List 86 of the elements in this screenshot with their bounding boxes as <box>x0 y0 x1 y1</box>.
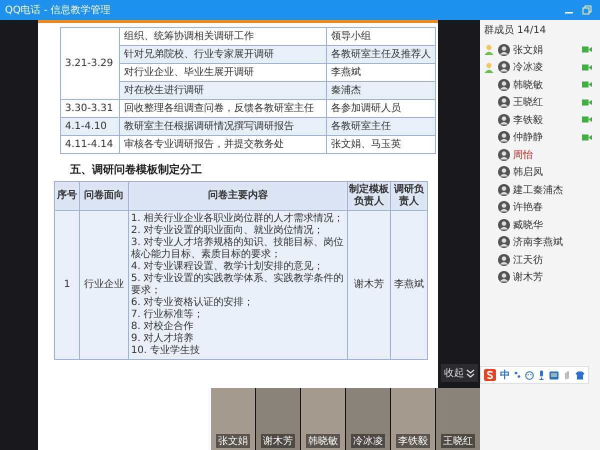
section-heading: 五、调研问卷模板制定分工 <box>70 162 203 177</box>
task-cell: 针对兄弟院校、行业专家展开调研 <box>120 46 326 64</box>
avatar-icon <box>498 218 510 231</box>
member-name[interactable]: 周怡 <box>513 148 533 162</box>
date-cell: 4.11-4.14 <box>60 136 120 154</box>
avatar-icon <box>498 148 510 161</box>
table-cell: 谢木芳 <box>348 210 390 360</box>
keyboard-icon[interactable] <box>549 370 559 380</box>
date-cell: 3.21-3.29 <box>60 28 120 100</box>
video-tile[interactable]: 冷冰凌 <box>346 388 390 450</box>
logo-icon[interactable] <box>484 369 496 381</box>
member-name[interactable]: 冷冰凌 <box>513 60 543 74</box>
input-mode-toggle[interactable]: 中 <box>500 368 510 382</box>
member-name[interactable]: 韩晓敏 <box>513 78 543 92</box>
avatar-icon <box>498 201 510 214</box>
member-count: 群成员 14/14 <box>484 24 547 37</box>
member-name[interactable]: 张文娟 <box>513 42 543 57</box>
column-header: 问卷主要内容 <box>128 182 348 210</box>
avatar-icon <box>498 44 510 56</box>
table-cell: 1 <box>54 210 80 360</box>
owner-cell: 秦浦杰 <box>326 82 436 100</box>
column-header: 序号 <box>54 182 80 210</box>
content-item: 8. 对校企合作 <box>131 321 195 332</box>
video-tile[interactable]: 王晓红 <box>436 388 480 450</box>
table-cell: 行业企业 <box>80 210 128 360</box>
member-name[interactable]: 王晓红 <box>513 95 543 110</box>
member-name[interactable]: 李铁毅 <box>513 112 543 127</box>
avatar-icon <box>498 61 510 74</box>
avatar-icon <box>498 254 510 266</box>
content-item: 4. 对专业课程设置、教学计划安排的意见； <box>131 261 325 272</box>
avatar-icon <box>498 271 510 284</box>
participant-name: 冷冰凌 <box>351 434 385 448</box>
date-cell: 4.1-4.10 <box>60 118 120 136</box>
member-name[interactable]: 许艳春 <box>513 200 543 214</box>
content-item: 9. 对人才培养 <box>131 333 195 344</box>
participant-name: 王晓红 <box>441 434 475 448</box>
participant-name: 谢木芳 <box>261 434 295 448</box>
content-item: 7. 行业标准等； <box>131 309 205 320</box>
task-cell: 审核各专业调研报告，并提交教务处 <box>120 136 326 154</box>
video-tile[interactable]: 李铁毅 <box>391 388 435 450</box>
content-item: 10. 专业学生技 <box>131 345 202 357</box>
owner-cell: 各教研室主任及推荐人 <box>326 46 436 64</box>
member-name[interactable]: 臧晓华 <box>513 218 543 232</box>
task-cell: 教研室主任根据调研情况撰写调研报告 <box>120 118 326 136</box>
member-name[interactable]: 韩启凤 <box>513 165 543 180</box>
owner-cell: 各教研室主任 <box>326 118 436 136</box>
owner-cell: 张文娟、马玉英 <box>326 136 436 154</box>
content-item: 2. 对专业设置的职业面向、就业岗位情况； <box>131 225 325 236</box>
participant-name: 李铁毅 <box>396 434 430 448</box>
video-tile[interactable]: 谢木芳 <box>256 388 300 450</box>
shirt-icon[interactable] <box>575 370 585 380</box>
participant-name: 韩晓敏 <box>306 434 340 448</box>
microphone-icon[interactable] <box>538 370 545 380</box>
task-cell: 组织、统筹协调相关调研工作 <box>120 28 326 46</box>
column-header: 制定模板负责人 <box>348 182 390 210</box>
member-name[interactable]: 仲静静 <box>513 130 543 144</box>
chevron-icon <box>466 368 475 378</box>
avatar-icon <box>498 166 510 178</box>
member-name[interactable]: 济南李燕斌 <box>513 235 563 250</box>
column-header: 调研负责人 <box>390 182 428 210</box>
table-cell: 李燕斌 <box>390 210 428 360</box>
avatar-icon <box>498 184 510 196</box>
avatar-icon <box>498 114 510 126</box>
avatar-icon <box>498 96 510 108</box>
video-tile[interactable]: 韩晓敏 <box>301 388 345 450</box>
column-header: 问卷面向 <box>80 182 128 210</box>
avatar-icon <box>498 131 510 144</box>
content-item: 1. 相关行业企业各职业岗位群的人才需求情况； <box>131 213 345 224</box>
owner-cell: 领导小组 <box>326 28 436 46</box>
window-title: QQ电话 - 信息教学管理 <box>5 4 111 17</box>
content-item: 3. 对专业人才培养规格的知识、技能目标、岗位核心能力目标、素质目标的要求； <box>131 237 345 260</box>
content-item: 5. 对专业设置的实践教学体系、实践教学条件的要求； <box>131 273 345 296</box>
avatar-icon <box>498 236 510 248</box>
member-name[interactable]: 江天彷 <box>513 252 543 267</box>
date-cell: 3.30-3.31 <box>60 100 120 118</box>
participant-name: 张文娟 <box>216 434 250 448</box>
task-cell: 对在校生进行调研 <box>120 82 326 100</box>
avatar-icon <box>498 78 510 91</box>
restore-icon[interactable] <box>582 5 592 15</box>
video-tile[interactable]: 张文娟 <box>211 388 255 450</box>
member-name[interactable]: 建工秦浦杰 <box>513 182 563 197</box>
member-name[interactable]: 谢木芳 <box>513 270 543 284</box>
content-item: 6. 对专业资格认证的安排； <box>131 297 255 308</box>
punctuation-icon[interactable] <box>514 371 521 379</box>
smiley-icon[interactable] <box>525 370 534 380</box>
collapse-button[interactable]: 收起 <box>441 364 478 382</box>
